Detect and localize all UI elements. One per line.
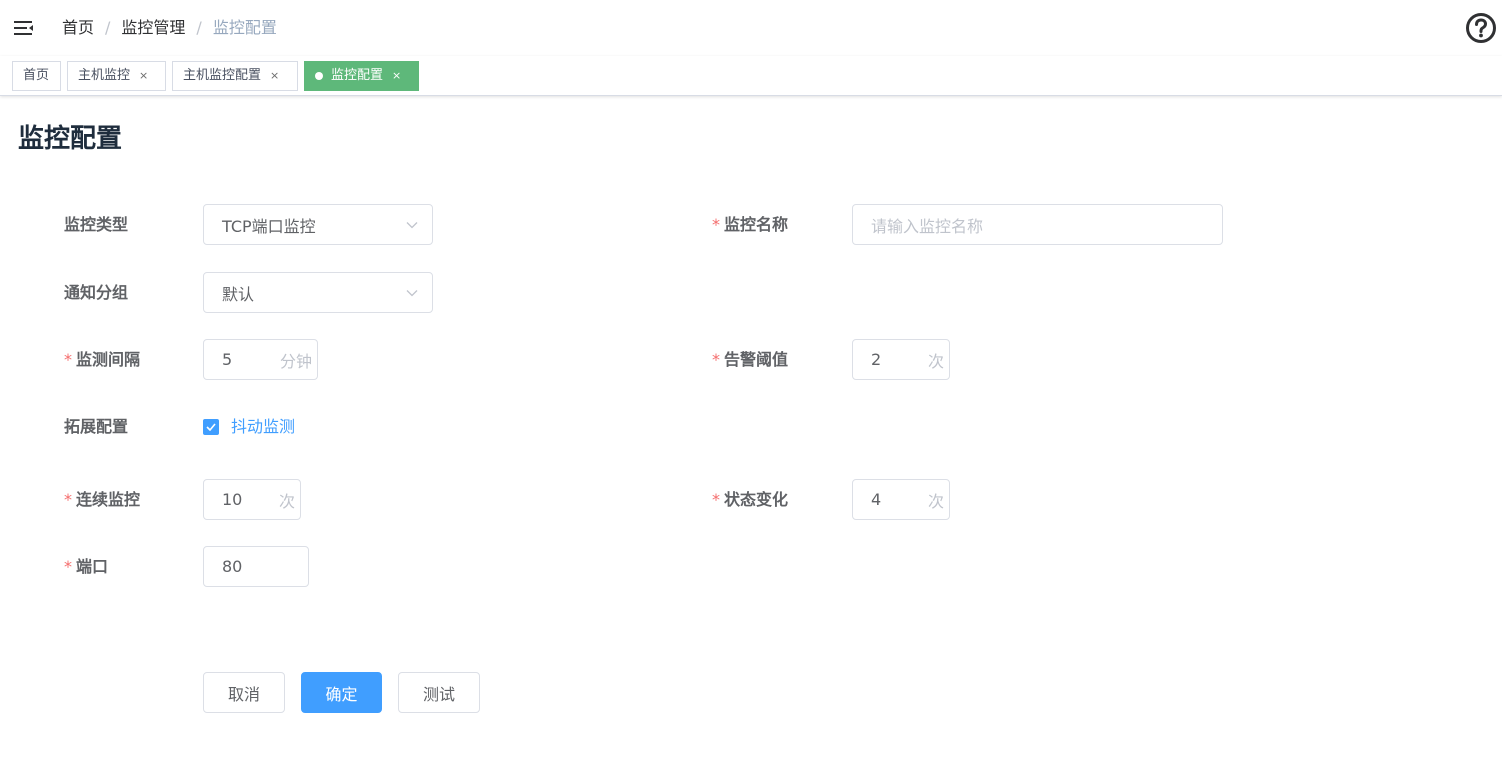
label-text: 监控类型 <box>64 215 129 234</box>
unit-suffix: 分钟 <box>279 351 312 371</box>
top-navbar: 首页 / 监控管理 / 监控配置 <box>0 0 1502 56</box>
consecutive-monitor-input[interactable]: 10 次 <box>203 479 301 520</box>
label-text: 监控名称 <box>724 215 789 234</box>
label-text: 状态变化 <box>724 490 789 509</box>
breadcrumb-separator: / <box>105 18 111 37</box>
label-text: 拓展配置 <box>64 417 129 436</box>
required-mark: * <box>712 490 720 509</box>
tag-monitor-config[interactable]: 监控配置 × <box>304 61 419 91</box>
breadcrumb-current: 监控配置 <box>212 18 277 37</box>
monitor-name-input[interactable]: 请输入监控名称 <box>852 204 1223 245</box>
selected-value: TCP端口监控 <box>222 216 316 236</box>
unit-suffix: 次 <box>927 491 944 511</box>
hamburger-fold-icon[interactable] <box>13 18 35 38</box>
cancel-button[interactable]: 取消 <box>203 672 285 713</box>
tag-label: 主机监控配置 <box>183 68 262 83</box>
checkmark-icon[interactable] <box>203 419 219 435</box>
required-mark: * <box>64 350 72 369</box>
check-interval-label: * 监测间隔 <box>64 349 140 371</box>
label-text: 连续监控 <box>76 490 141 509</box>
close-icon[interactable]: × <box>139 62 148 90</box>
input-value: 4 <box>871 490 882 509</box>
notify-group-label: 通知分组 <box>64 282 128 304</box>
page-title: 监控配置 <box>18 124 123 154</box>
tags-view: 首页 主机监控 × 主机监控配置 × 监控配置 × <box>0 56 1502 96</box>
label-text: 告警阈值 <box>724 350 789 369</box>
breadcrumb-home[interactable]: 首页 <box>62 17 94 39</box>
port-label: * 端口 <box>64 556 108 578</box>
tag-label: 监控配置 <box>331 68 384 83</box>
notify-group-select[interactable]: 默认 <box>203 272 433 313</box>
state-change-label: * 状态变化 <box>712 489 788 511</box>
monitor-name-label: * 监控名称 <box>712 214 788 236</box>
consecutive-monitor-label: * 连续监控 <box>64 489 140 511</box>
tag-home[interactable]: 首页 <box>12 61 61 91</box>
alert-threshold-input[interactable]: 2 次 <box>852 339 950 380</box>
required-mark: * <box>712 215 720 234</box>
input-value: 10 <box>222 490 243 509</box>
input-value: 80 <box>222 557 243 576</box>
tag-label: 首页 <box>23 68 50 83</box>
tag-host-monitor[interactable]: 主机监控 × <box>67 61 166 91</box>
tag-host-monitor-config[interactable]: 主机监控配置 × <box>172 61 298 91</box>
checkbox-label[interactable]: 抖动监测 <box>231 416 295 438</box>
state-change-input[interactable]: 4 次 <box>852 479 950 520</box>
input-value: 5 <box>222 350 233 369</box>
label-text: 通知分组 <box>64 283 129 302</box>
breadcrumb-separator: / <box>196 18 202 37</box>
input-value: 2 <box>871 350 882 369</box>
close-icon[interactable]: × <box>270 62 279 90</box>
confirm-button[interactable]: 确定 <box>301 672 382 713</box>
unit-suffix: 次 <box>927 351 944 371</box>
close-icon[interactable]: × <box>392 62 401 90</box>
required-mark: * <box>712 350 720 369</box>
tag-label: 主机监控 <box>78 68 131 83</box>
label-text: 端口 <box>76 557 109 576</box>
port-input[interactable]: 80 <box>203 546 309 587</box>
check-interval-input[interactable]: 5 分钟 <box>203 339 318 380</box>
required-mark: * <box>64 490 72 509</box>
alert-threshold-label: * 告警阈值 <box>712 349 788 371</box>
chevron-down-icon <box>406 290 418 297</box>
monitor-type-select[interactable]: TCP端口监控 <box>203 204 433 245</box>
label-text: 监测间隔 <box>76 350 141 369</box>
breadcrumb-monitor-management[interactable]: 监控管理 <box>121 17 185 39</box>
selected-value: 默认 <box>222 284 255 304</box>
active-dot-icon <box>315 72 323 80</box>
breadcrumb: 首页 / 监控管理 / 监控配置 <box>62 17 277 39</box>
jitter-detect-checkbox[interactable]: 抖动监测 <box>203 416 295 438</box>
test-button[interactable]: 测试 <box>398 672 480 713</box>
unit-suffix: 次 <box>278 491 295 511</box>
chevron-down-icon <box>406 222 418 229</box>
monitor-type-label: 监控类型 <box>64 214 128 236</box>
required-mark: * <box>64 557 72 576</box>
question-circle-icon[interactable] <box>1465 12 1497 44</box>
placeholder-text: 请输入监控名称 <box>871 216 984 236</box>
extension-config-label: 拓展配置 <box>64 416 128 438</box>
